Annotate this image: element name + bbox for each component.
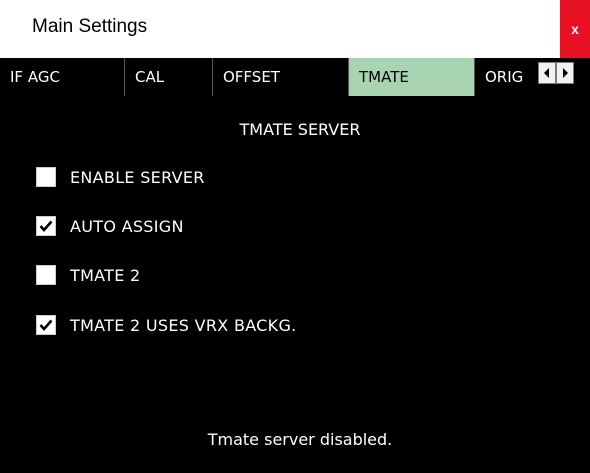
- close-button[interactable]: x: [560, 0, 590, 58]
- tmate-2-label: TMATE 2: [70, 265, 141, 285]
- tmate-2-vrx-label: TMATE 2 USES VRX BACKG.: [70, 315, 297, 335]
- tab-cal[interactable]: CAL: [125, 58, 213, 96]
- enable-server-checkbox[interactable]: [36, 167, 56, 187]
- tmate-panel: TMATE SERVER ENABLE SERVER AUTO ASSIGN T…: [10, 96, 590, 473]
- status-text: Tmate server disabled.: [207, 430, 393, 449]
- tmate-2-vrx-checkbox[interactable]: [36, 315, 56, 335]
- tab-label: OFFSET: [223, 68, 280, 86]
- window-title: Main Settings: [32, 16, 148, 37]
- enable-server-label: ENABLE SERVER: [70, 167, 205, 187]
- tab-tmate[interactable]: TMATE: [349, 58, 475, 96]
- tab-label: IF AGC: [10, 68, 60, 86]
- auto-assign-checkbox[interactable]: [36, 216, 56, 236]
- tab-bar: IF AGC CAL OFFSET TMATE ORIG: [0, 58, 590, 96]
- tab-label: CAL: [135, 68, 165, 86]
- close-icon: x: [571, 21, 579, 37]
- checkmark-icon: [39, 220, 53, 232]
- checkmark-icon: [39, 319, 53, 331]
- tab-orig[interactable]: ORIG: [475, 58, 537, 96]
- settings-window: Main Settings x IF AGC CAL OFFSET TMATE …: [0, 0, 590, 473]
- title-bar[interactable]: Main Settings x: [0, 0, 590, 58]
- arrow-right-icon: [563, 68, 568, 78]
- option-auto-assign[interactable]: AUTO ASSIGN: [36, 215, 184, 237]
- section-title: TMATE SERVER: [239, 120, 361, 139]
- tab-label: ORIG: [485, 68, 524, 86]
- tmate-2-checkbox[interactable]: [36, 265, 56, 285]
- tab-if-agc[interactable]: IF AGC: [0, 58, 125, 96]
- option-tmate-2[interactable]: TMATE 2: [36, 264, 141, 286]
- option-tmate-2-vrx[interactable]: TMATE 2 USES VRX BACKG.: [36, 314, 297, 336]
- tab-label: TMATE: [359, 68, 409, 86]
- tab-scroll-left-button[interactable]: [538, 62, 556, 84]
- arrow-left-icon: [544, 68, 549, 78]
- auto-assign-label: AUTO ASSIGN: [70, 216, 184, 236]
- tab-scroll-right-button[interactable]: [556, 62, 574, 84]
- tab-offset[interactable]: OFFSET: [213, 58, 349, 96]
- option-enable-server[interactable]: ENABLE SERVER: [36, 166, 205, 188]
